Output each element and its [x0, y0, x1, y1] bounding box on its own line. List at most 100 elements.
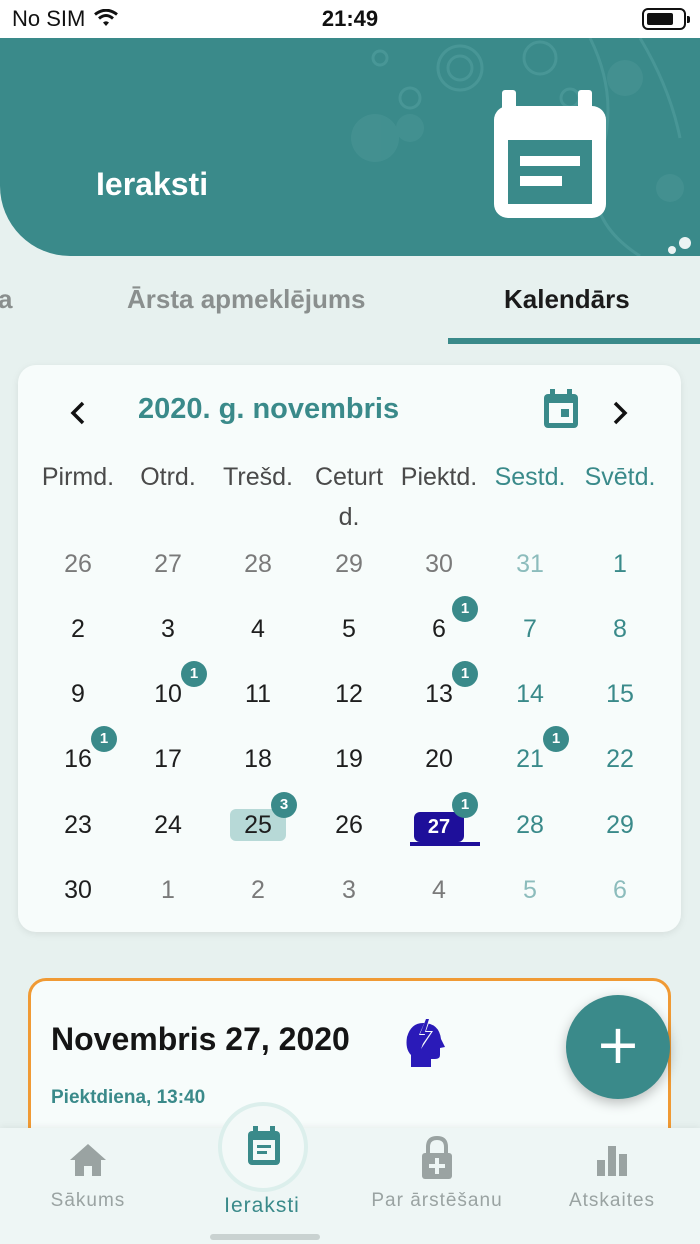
calendar-day[interactable]: 29: [575, 800, 665, 850]
day-number: 14: [516, 680, 544, 708]
tab-partial[interactable]: a: [0, 284, 12, 315]
nav-item-reports[interactable]: Atskaites: [552, 1128, 672, 1244]
calendar-day[interactable]: 13 1: [394, 661, 484, 719]
day-number: 27: [413, 812, 465, 842]
calendar-day[interactable]: 28: [485, 800, 575, 850]
event-count-badge: 1: [452, 792, 478, 818]
calendar-day[interactable]: 24: [123, 800, 213, 850]
event-count-badge: 1: [181, 661, 207, 687]
calendar-day[interactable]: 21 1: [485, 726, 575, 784]
calendar-day[interactable]: 30: [33, 865, 123, 915]
calendar-day[interactable]: 18: [213, 734, 303, 784]
calendar-day[interactable]: 19: [304, 734, 394, 784]
calendar-day[interactable]: 2: [33, 604, 123, 654]
bottom-nav: Sākums Ieraksti Par ārstēšanu Atskaites: [0, 1128, 700, 1244]
calendar-day[interactable]: 6: [575, 865, 665, 915]
day-number: 1: [613, 550, 627, 578]
calendar-day[interactable]: 3: [123, 604, 213, 654]
day-number: 5: [523, 876, 537, 904]
calendar-day[interactable]: 29: [304, 539, 394, 589]
calendar-day[interactable]: 17: [123, 734, 213, 784]
day-number: 30: [425, 550, 453, 578]
day-number: 23: [64, 811, 92, 839]
calendar-day[interactable]: 4: [213, 604, 303, 654]
calendar-day[interactable]: 12: [304, 669, 394, 719]
day-number: 27: [154, 550, 182, 578]
tab-bar: a Ārsta apmeklējums Kalendārs: [0, 270, 700, 348]
weekday-label: Trešd.: [223, 463, 293, 491]
nav-label-home: Sākums: [50, 1190, 126, 1211]
tab-calendar[interactable]: Kalendārs: [504, 284, 630, 315]
day-number: 26: [335, 811, 363, 839]
calendar-day[interactable]: 22: [575, 734, 665, 784]
calendar-day[interactable]: 1: [575, 539, 665, 589]
day-number: 5: [342, 615, 356, 643]
header: Ieraksti: [0, 38, 700, 256]
nav-item-treatment[interactable]: Par ārstēšanu: [355, 1128, 519, 1244]
calendar-day[interactable]: 26: [33, 539, 123, 589]
calendar-day[interactable]: 4: [394, 865, 484, 915]
nav-label-treatment: Par ārstēšanu: [371, 1190, 503, 1211]
calendar-day[interactable]: 20: [394, 734, 484, 784]
calendar-day[interactable]: 30: [394, 539, 484, 589]
day-number: 28: [244, 550, 272, 578]
calendar-day[interactable]: 7: [485, 604, 575, 654]
calendar-day[interactable]: 3: [304, 865, 394, 915]
weekday-label: Svētd.: [584, 463, 656, 491]
calendar-icon: [544, 389, 578, 428]
calendar-day[interactable]: 23: [33, 800, 123, 850]
day-number: 4: [432, 876, 446, 904]
day-number: 28: [516, 811, 544, 839]
next-month-button[interactable]: [600, 393, 640, 433]
event-count-badge: 1: [452, 661, 478, 687]
day-number: 18: [244, 745, 272, 773]
nav-label-reports: Atskaites: [568, 1190, 656, 1211]
event-subtitle: Piektdiena, 13:40: [51, 1087, 206, 1108]
calendar-day[interactable]: 11: [213, 669, 303, 719]
nav-item-home[interactable]: Sākums: [28, 1128, 148, 1244]
month-picker-button[interactable]: [542, 389, 580, 434]
calendar-day[interactable]: 9: [33, 669, 123, 719]
calendar-day[interactable]: 61: [394, 596, 484, 654]
day-number: 16: [64, 745, 92, 773]
day-number: 31: [516, 550, 544, 578]
prev-month-button[interactable]: [58, 393, 98, 433]
weekday-label: Otrd.: [140, 463, 196, 491]
event-count-badge: 3: [271, 792, 297, 818]
calendar-day-selected[interactable]: 25 3: [213, 792, 303, 850]
day-number: 29: [335, 550, 363, 578]
weekday-label: Pirmd.: [41, 463, 115, 491]
day-number: 8: [613, 615, 627, 643]
calendar-day[interactable]: 16 1: [33, 726, 123, 784]
calendar-day[interactable]: 28: [213, 539, 303, 589]
add-entry-button[interactable]: +: [566, 995, 670, 1099]
day-number: 15: [606, 680, 634, 708]
calendar-day[interactable]: 5: [485, 865, 575, 915]
day-number: 6: [613, 876, 627, 904]
chevron-right-icon: [613, 401, 628, 425]
calendar-day[interactable]: 14: [485, 669, 575, 719]
day-number: 3: [342, 876, 356, 904]
head-lightning-icon: [406, 1017, 445, 1067]
battery-icon: [642, 8, 690, 30]
day-number: 17: [154, 745, 182, 773]
nav-active-circle[interactable]: [218, 1102, 308, 1192]
calendar-day[interactable]: 26: [304, 800, 394, 850]
chevron-left-icon: [70, 401, 85, 425]
day-number: 12: [335, 680, 363, 708]
day-number: 7: [523, 615, 537, 643]
day-number: 1: [161, 876, 175, 904]
calendar-day[interactable]: 10 1: [123, 661, 213, 719]
calendar-day-today[interactable]: 27 1: [394, 792, 484, 850]
calendar-day[interactable]: 2: [213, 865, 303, 915]
calendar-day[interactable]: 5: [304, 604, 394, 654]
calendar-day[interactable]: 8: [575, 604, 665, 654]
calendar-day[interactable]: 31: [485, 539, 575, 589]
calendar-day[interactable]: 1: [123, 865, 213, 915]
tab-doctor-visit[interactable]: Ārsta apmeklējums: [127, 284, 365, 315]
weekday-label: Piektd.: [400, 463, 478, 491]
status-time: 21:49: [321, 6, 379, 31]
day-number: 20: [425, 745, 453, 773]
calendar-day[interactable]: 15: [575, 669, 665, 719]
calendar-day[interactable]: 27: [123, 539, 213, 589]
